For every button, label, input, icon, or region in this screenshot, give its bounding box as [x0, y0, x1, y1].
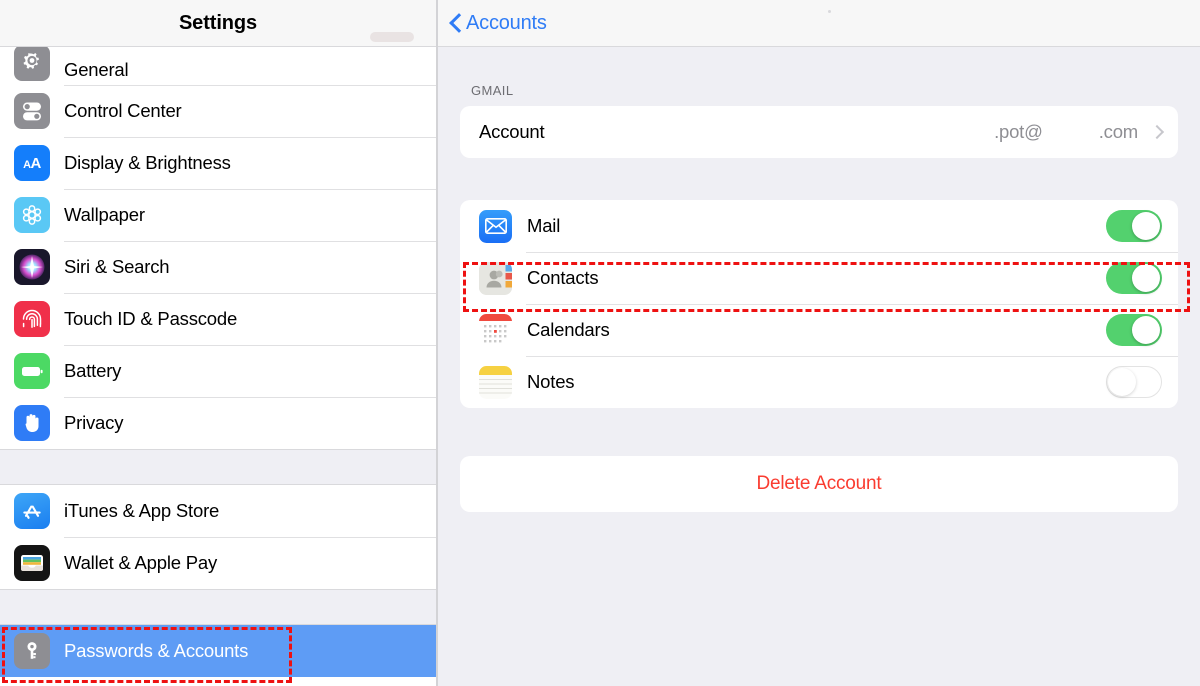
- touch-id-icon: [14, 301, 50, 337]
- account-value-right: .com: [1098, 121, 1138, 142]
- toggle-knob: [1132, 264, 1160, 292]
- calendars-toggle[interactable]: [1106, 314, 1162, 346]
- gear-icon: [14, 45, 50, 81]
- mail-icon: [479, 209, 512, 243]
- account-row-label: Account: [479, 121, 545, 142]
- sidebar-item-battery[interactable]: Battery: [0, 345, 436, 397]
- sidebar-item-label: Battery: [64, 360, 122, 381]
- wallet-icon: [14, 545, 50, 581]
- display-icon-text: AA: [23, 154, 41, 172]
- sidebar-item-label: iTunes & App Store: [64, 500, 220, 521]
- app-store-icon: [14, 493, 50, 529]
- toggle-knob: [1132, 212, 1160, 240]
- sidebar-item-label: Touch ID & Passcode: [64, 308, 238, 329]
- toggle-knob: [1107, 367, 1136, 396]
- notes-icon: [479, 365, 512, 399]
- toggle-knob: [1132, 316, 1160, 344]
- service-row-mail[interactable]: Mail: [460, 200, 1178, 252]
- account-card: Account .pot@ .com: [460, 106, 1178, 158]
- settings-screen: Settings General Control Center AA Displ…: [0, 0, 1200, 686]
- sidebar-item-label: General: [64, 59, 129, 80]
- service-row-calendars[interactable]: Calendars: [460, 304, 1178, 356]
- service-row-contacts[interactable]: Contacts: [460, 252, 1178, 304]
- service-label: Contacts: [527, 267, 599, 288]
- sidebar-item-label: Display & Brightness: [64, 152, 231, 173]
- sidebar-item-privacy[interactable]: Privacy: [0, 397, 436, 449]
- services-card: Mail Contacts Calendars Notes: [460, 200, 1178, 408]
- key-icon: [14, 633, 50, 669]
- service-row-notes[interactable]: Notes: [460, 356, 1178, 408]
- notes-toggle[interactable]: [1106, 366, 1162, 398]
- chevron-left-icon: [450, 14, 461, 33]
- delete-account-card: Delete Account: [460, 456, 1178, 512]
- sidebar-item-wallet-apple-pay[interactable]: Wallet & Apple Pay: [0, 537, 436, 589]
- scroll-indicator[interactable]: [370, 32, 414, 42]
- mail-toggle[interactable]: [1106, 210, 1162, 242]
- sidebar-item-touch-id-passcode[interactable]: Touch ID & Passcode: [0, 293, 436, 345]
- account-value-left: .pot@: [994, 121, 1043, 142]
- sidebar-item-wallpaper[interactable]: Wallpaper: [0, 189, 436, 241]
- page-title: Settings: [178, 11, 258, 34]
- sidebar-item-general[interactable]: General: [0, 45, 436, 85]
- service-label: Mail: [527, 215, 561, 236]
- privacy-hand-icon: [14, 405, 50, 441]
- calendars-icon: [479, 313, 512, 347]
- account-row[interactable]: Account .pot@ .com: [460, 106, 1178, 158]
- service-label: Notes: [527, 371, 575, 392]
- service-label: Calendars: [527, 319, 610, 340]
- wallpaper-icon: [14, 197, 50, 233]
- contacts-icon: [479, 261, 512, 295]
- sidebar-header: Settings: [0, 0, 436, 47]
- sidebar-item-label: Wallet & Apple Pay: [64, 552, 218, 573]
- siri-icon: [14, 249, 50, 285]
- settings-sidebar: Settings General Control Center AA Displ…: [0, 0, 438, 686]
- sidebar-item-label: Wallpaper: [64, 204, 145, 225]
- control-center-icon: [14, 93, 50, 129]
- section-header-gmail: GMAIL: [471, 83, 514, 98]
- sidebar-item-label: Control Center: [64, 100, 182, 121]
- sidebar-item-label: Siri & Search: [64, 256, 170, 277]
- sidebar-group-separator-1: [0, 449, 436, 485]
- sidebar-item-label: Passwords & Accounts: [64, 640, 249, 661]
- chevron-right-icon: [1149, 124, 1165, 140]
- sidebar-item-display-brightness[interactable]: AA Display & Brightness: [0, 137, 436, 189]
- sidebar-group-separator-2: [0, 589, 436, 625]
- account-detail-panel: Accounts GMAIL Account .pot@ .com Mail C…: [438, 0, 1200, 686]
- header-artifact: [828, 10, 831, 13]
- panel-header: Accounts: [438, 0, 1200, 47]
- sidebar-item-control-center[interactable]: Control Center: [0, 85, 436, 137]
- sidebar-item-itunes-app-store[interactable]: iTunes & App Store: [0, 485, 436, 537]
- display-brightness-icon: AA: [14, 145, 50, 181]
- battery-icon: [14, 353, 50, 389]
- contacts-toggle[interactable]: [1106, 262, 1162, 294]
- sidebar-item-label: Privacy: [64, 412, 124, 433]
- sidebar-item-siri-search[interactable]: Siri & Search: [0, 241, 436, 293]
- delete-account-label: Delete Account: [756, 473, 882, 494]
- back-button[interactable]: Accounts: [450, 12, 547, 35]
- sidebar-list: General Control Center AA Display & Brig…: [0, 45, 436, 677]
- account-row-value: .pot@ .com: [994, 121, 1138, 143]
- sidebar-item-passwords-accounts[interactable]: Passwords & Accounts: [0, 625, 436, 677]
- delete-account-button[interactable]: Delete Account: [460, 456, 1178, 512]
- back-button-label: Accounts: [466, 11, 547, 34]
